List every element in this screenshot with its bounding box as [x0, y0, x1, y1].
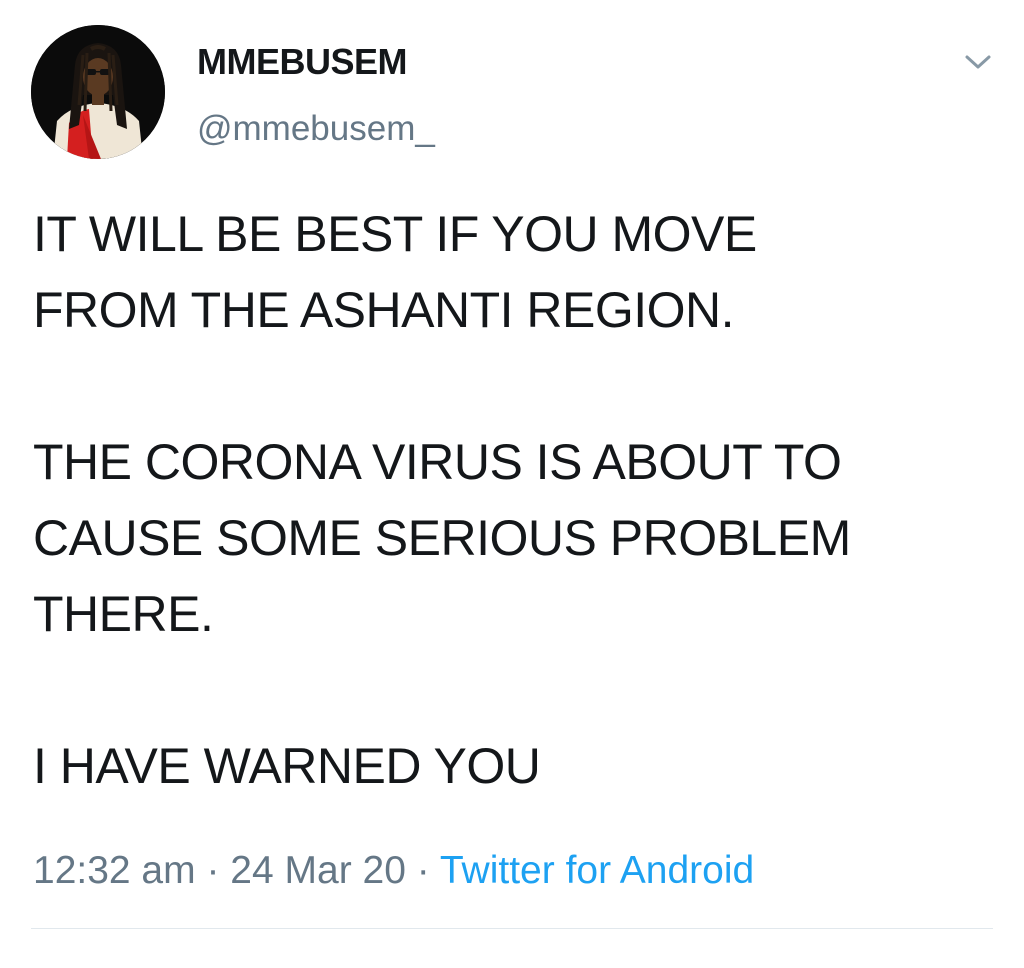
display-name[interactable]: MMEBUSEM: [197, 40, 408, 84]
user-handle[interactable]: @mmebusem_: [197, 108, 435, 150]
tweet-paragraph: IT WILL BE BEST IF YOU MOVE FROM THE ASH…: [33, 206, 757, 338]
tweet-paragraph: I HAVE WARNED YOU: [33, 738, 541, 794]
avatar[interactable]: [31, 25, 165, 159]
tweet-paragraph: THE CORONA VIRUS IS ABOUT TO CAUSE SOME …: [33, 434, 851, 642]
tweet-text: IT WILL BE BEST IF YOU MOVE FROM THE ASH…: [33, 196, 1008, 804]
tweet-time[interactable]: 12:32 am: [33, 849, 196, 892]
meta-separator: ·: [206, 849, 220, 892]
avatar-image: [31, 25, 165, 159]
tweet-date[interactable]: 24 Mar 20: [230, 849, 406, 892]
meta-separator: ·: [416, 849, 430, 892]
divider: [31, 928, 993, 929]
tweet-source-link[interactable]: Twitter for Android: [440, 849, 754, 892]
chevron-down-icon[interactable]: [958, 46, 998, 78]
tweet-card: MMEBUSEM @mmebusem_ IT WILL BE BEST IF Y…: [0, 0, 1024, 968]
tweet-meta: 12:32 am · 24 Mar 20 · Twitter for Andro…: [33, 846, 754, 896]
